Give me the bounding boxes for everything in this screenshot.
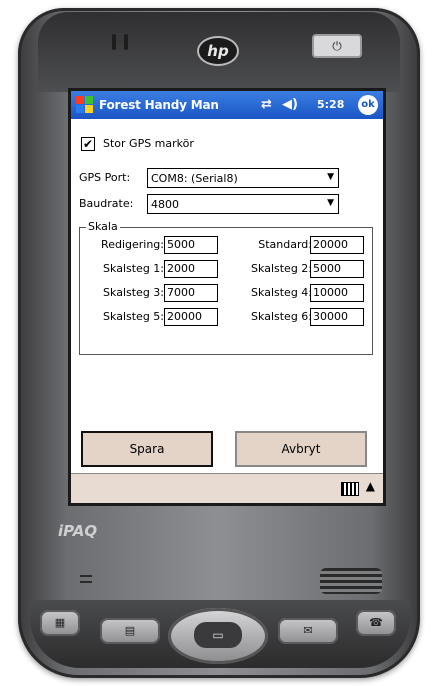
skalsteg-6-input[interactable]: 30000: [310, 308, 364, 326]
redigering-input[interactable]: 5000: [164, 236, 218, 254]
dropdown-arrow-icon: ▼: [327, 198, 334, 208]
speaker-slot-left: [112, 34, 116, 50]
speaker-grill: [320, 568, 382, 594]
navigation-pad[interactable]: ▭: [168, 608, 268, 664]
ok-button[interactable]: ok: [358, 95, 378, 115]
clock[interactable]: 5:28: [317, 98, 344, 111]
input-menu-arrow[interactable]: ▲: [366, 479, 375, 493]
power-icon: ⏻: [332, 39, 342, 53]
title-bar: Forest Handy Man ⇄ ◀) 5:28 ok: [71, 91, 383, 119]
stor-gps-label: Stor GPS markör: [103, 137, 194, 150]
gps-port-label: GPS Port:: [79, 171, 131, 184]
stor-gps-checkbox[interactable]: ✔: [81, 137, 95, 151]
ipaq-label: iPAQ: [58, 522, 98, 540]
windows-start-icon[interactable]: [76, 96, 94, 114]
connectivity-icon[interactable]: ⇄: [261, 97, 272, 112]
keyboard-icon[interactable]: [341, 482, 359, 496]
mail-key[interactable]: ✉: [278, 618, 338, 644]
skalsteg-5-input[interactable]: 20000: [164, 308, 218, 326]
dpad-center-button[interactable]: ▭: [194, 622, 242, 648]
baudrate-label: Baudrate:: [79, 197, 134, 210]
speaker-slot-right: [124, 34, 128, 50]
hp-logo: hp: [197, 36, 239, 66]
contacts-key[interactable]: ▤: [100, 618, 160, 644]
dropdown-arrow-icon: ▼: [327, 172, 334, 182]
standard-label: Standard:: [258, 238, 312, 251]
power-button[interactable]: ⏻: [312, 34, 362, 58]
baudrate-value: 4800: [151, 198, 179, 211]
menu-bar: ▲: [71, 473, 383, 503]
calendar-icon: ▦: [54, 616, 66, 629]
skalsteg-4-label: Skalsteg 4:: [251, 286, 312, 299]
skala-group: Skala Redigering: 5000 Standard: 20000 S…: [79, 220, 373, 355]
spara-button[interactable]: Spara: [81, 431, 213, 467]
app-title: Forest Handy Man: [99, 98, 219, 112]
phone-icon: ☎: [369, 616, 383, 629]
standard-input[interactable]: 20000: [310, 236, 364, 254]
mail-icon: ✉: [303, 624, 313, 637]
settings-form: ✔ Stor GPS markör GPS Port: COM8: (Seria…: [71, 119, 383, 479]
skalsteg-6-label: Skalsteg 6:: [251, 310, 312, 323]
speaker-icon[interactable]: ◀): [282, 97, 298, 112]
gps-port-dropdown[interactable]: COM8: (Serial8) ▼: [147, 168, 339, 188]
skalsteg-3-label: Skalsteg 3:: [103, 286, 164, 299]
skalsteg-4-input[interactable]: 10000: [310, 284, 364, 302]
calendar-key[interactable]: ▦: [40, 610, 80, 636]
baudrate-dropdown[interactable]: 4800 ▼: [147, 194, 339, 214]
avbryt-button[interactable]: Avbryt: [235, 431, 367, 467]
skalsteg-5-label: Skalsteg 5:: [103, 310, 164, 323]
phone-key[interactable]: ☎: [356, 610, 396, 636]
skalsteg-1-input[interactable]: 2000: [164, 260, 218, 278]
skalsteg-3-input[interactable]: 7000: [164, 284, 218, 302]
redigering-label: Redigering:: [101, 238, 164, 251]
skalsteg-2-input[interactable]: 5000: [310, 260, 364, 278]
contacts-icon: ▤: [124, 624, 136, 637]
skalsteg-2-label: Skalsteg 2:: [251, 262, 312, 275]
skalsteg-1-label: Skalsteg 1:: [103, 262, 164, 275]
device-screen: Forest Handy Man ⇄ ◀) 5:28 ok ✔ Stor GPS…: [68, 88, 386, 506]
skala-group-title: Skala: [86, 220, 120, 233]
microphone: [80, 575, 92, 583]
gps-port-value: COM8: (Serial8): [151, 172, 238, 185]
